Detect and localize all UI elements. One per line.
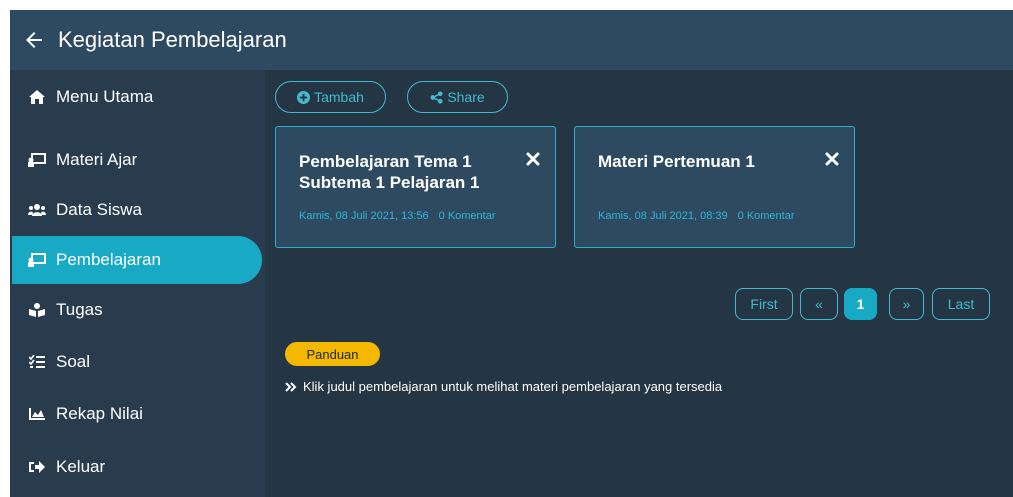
sidebar-item-data-siswa[interactable]: Data Siswa bbox=[12, 186, 262, 234]
pagination-last[interactable]: Last bbox=[932, 288, 990, 320]
sidebar: Menu Utama Materi Ajar Data Siswa Pembel… bbox=[10, 70, 265, 497]
chalkboard-icon bbox=[26, 153, 48, 167]
home-icon bbox=[26, 90, 48, 104]
page-title: Kegiatan Pembelajaran bbox=[58, 27, 287, 52]
guide-hint-text: Klik judul pembelajaran untuk melihat ma… bbox=[303, 379, 723, 394]
pagination-prev[interactable]: « bbox=[800, 288, 838, 320]
guide-hint: Klik judul pembelajaran untuk melihat ma… bbox=[285, 379, 722, 394]
lesson-card-meta: Kamis, 08 Juli 2021, 08:39 0 Komentar bbox=[598, 210, 795, 222]
sidebar-item-label: Pembelajaran bbox=[56, 250, 161, 269]
users-icon bbox=[26, 204, 48, 216]
sidebar-item-tugas[interactable]: Tugas bbox=[12, 286, 262, 334]
sidebar-item-menu-utama[interactable]: Menu Utama bbox=[12, 73, 262, 121]
chalkboard-icon bbox=[26, 253, 48, 267]
sidebar-item-label: Rekap Nilai bbox=[56, 404, 143, 423]
lesson-card-meta: Kamis, 08 Juli 2021, 13:56 0 Komentar bbox=[299, 210, 496, 222]
pagination-page-current[interactable]: 1 bbox=[844, 288, 877, 320]
sidebar-item-label: Soal bbox=[56, 352, 91, 371]
lesson-card-date: Kamis, 08 Juli 2021, 13:56 bbox=[299, 210, 429, 222]
close-icon[interactable] bbox=[525, 151, 541, 167]
plus-circle-icon bbox=[297, 90, 311, 104]
pagination-first[interactable]: First bbox=[735, 288, 793, 320]
sign-out-icon bbox=[26, 461, 48, 473]
list-check-icon bbox=[26, 355, 48, 369]
sidebar-item-label: Tugas bbox=[56, 300, 103, 319]
sidebar-item-soal[interactable]: Soal bbox=[12, 338, 262, 386]
sidebar-item-label: Keluar bbox=[56, 457, 106, 476]
guide-badge: Panduan bbox=[285, 342, 380, 366]
chart-area-icon bbox=[26, 408, 48, 420]
sidebar-item-label: Materi Ajar bbox=[56, 150, 138, 169]
share-button-label: Share bbox=[447, 89, 485, 105]
close-icon[interactable] bbox=[824, 151, 840, 167]
lesson-card-comments[interactable]: 0 Komentar bbox=[439, 210, 496, 222]
sidebar-item-rekap-nilai[interactable]: Rekap Nilai bbox=[12, 390, 262, 438]
book-reader-icon bbox=[26, 303, 48, 317]
main-content: Tambah Share Pembelajaran Tema 1 Subtema… bbox=[265, 70, 1013, 497]
sidebar-item-label: Menu Utama bbox=[56, 87, 154, 106]
add-button-label: Tambah bbox=[314, 89, 364, 105]
lesson-card-date: Kamis, 08 Juli 2021, 08:39 bbox=[598, 210, 728, 222]
pagination-next[interactable]: » bbox=[889, 288, 924, 320]
back-arrow-icon[interactable] bbox=[22, 28, 46, 52]
sidebar-item-label: Data Siswa bbox=[56, 200, 142, 219]
lesson-card-title[interactable]: Materi Pertemuan 1 bbox=[598, 151, 798, 172]
share-icon bbox=[430, 90, 443, 104]
share-button[interactable]: Share bbox=[407, 81, 508, 113]
sidebar-item-pembelajaran[interactable]: Pembelajaran bbox=[12, 236, 262, 284]
sidebar-item-keluar[interactable]: Keluar bbox=[12, 443, 262, 491]
top-bar: Kegiatan Pembelajaran bbox=[10, 10, 1013, 70]
lesson-card[interactable]: Pembelajaran Tema 1 Subtema 1 Pelajaran … bbox=[275, 126, 556, 248]
double-chevron-right-icon bbox=[285, 381, 297, 392]
lesson-card-title[interactable]: Pembelajaran Tema 1 Subtema 1 Pelajaran … bbox=[299, 151, 499, 193]
add-button[interactable]: Tambah bbox=[275, 81, 386, 113]
sidebar-item-materi-ajar[interactable]: Materi Ajar bbox=[12, 136, 262, 184]
app-frame: Kegiatan Pembelajaran Menu Utama Materi … bbox=[10, 10, 1013, 497]
lesson-card[interactable]: Materi Pertemuan 1 Kamis, 08 Juli 2021, … bbox=[574, 126, 855, 248]
lesson-card-comments[interactable]: 0 Komentar bbox=[738, 210, 795, 222]
